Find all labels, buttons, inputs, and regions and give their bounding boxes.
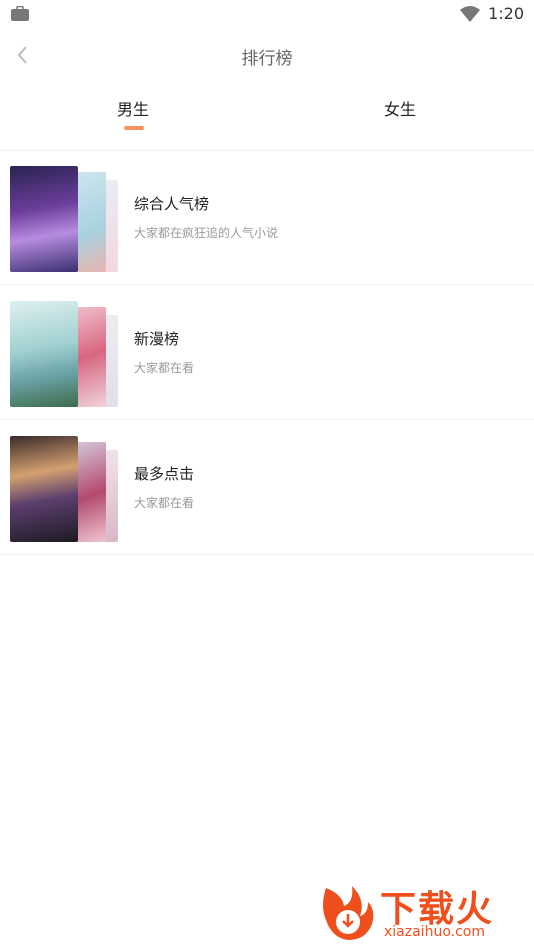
rank-item-new-comics[interactable]: 新漫榜 大家都在看 xyxy=(0,285,534,420)
cover-image xyxy=(10,166,78,272)
cover-stack xyxy=(10,166,120,272)
cover-image xyxy=(10,301,78,407)
cover-stack xyxy=(10,436,120,542)
tab-male[interactable]: 男生 xyxy=(93,96,173,120)
active-tab-indicator xyxy=(124,126,144,130)
watermark-logo: 下载火 xiazaihuo.com xyxy=(316,880,530,946)
briefcase-icon xyxy=(11,6,29,21)
cover-stack xyxy=(10,301,120,407)
rank-item-overall[interactable]: 综合人气榜 大家都在疯狂追的人气小说 xyxy=(0,150,534,285)
flame-download-icon xyxy=(323,886,374,940)
cover-image xyxy=(10,436,78,542)
tab-female[interactable]: 女生 xyxy=(360,96,440,120)
wifi-icon xyxy=(460,5,481,22)
rank-desc: 大家都在疯狂追的人气小说 xyxy=(134,226,279,240)
rank-desc: 大家都在看 xyxy=(134,496,195,510)
rank-item-most-clicks[interactable]: 最多点击 大家都在看 xyxy=(0,420,534,555)
rank-title: 最多点击 xyxy=(134,465,195,483)
gender-tabs: 男生 女生 xyxy=(0,80,534,151)
rank-list: 综合人气榜 大家都在疯狂追的人气小说 新漫榜 大家都在看 最多点击 大家都在看 xyxy=(0,150,534,555)
rank-desc: 大家都在看 xyxy=(134,361,195,375)
rank-title: 综合人气榜 xyxy=(134,195,210,213)
status-bar: 1:20 xyxy=(0,0,534,30)
header: 排行榜 xyxy=(0,30,534,80)
page-title: 排行榜 xyxy=(241,49,293,69)
watermark-url: xiazaihuo.com xyxy=(384,924,485,940)
status-time: 1:20 xyxy=(488,4,524,23)
rank-title: 新漫榜 xyxy=(134,330,180,348)
